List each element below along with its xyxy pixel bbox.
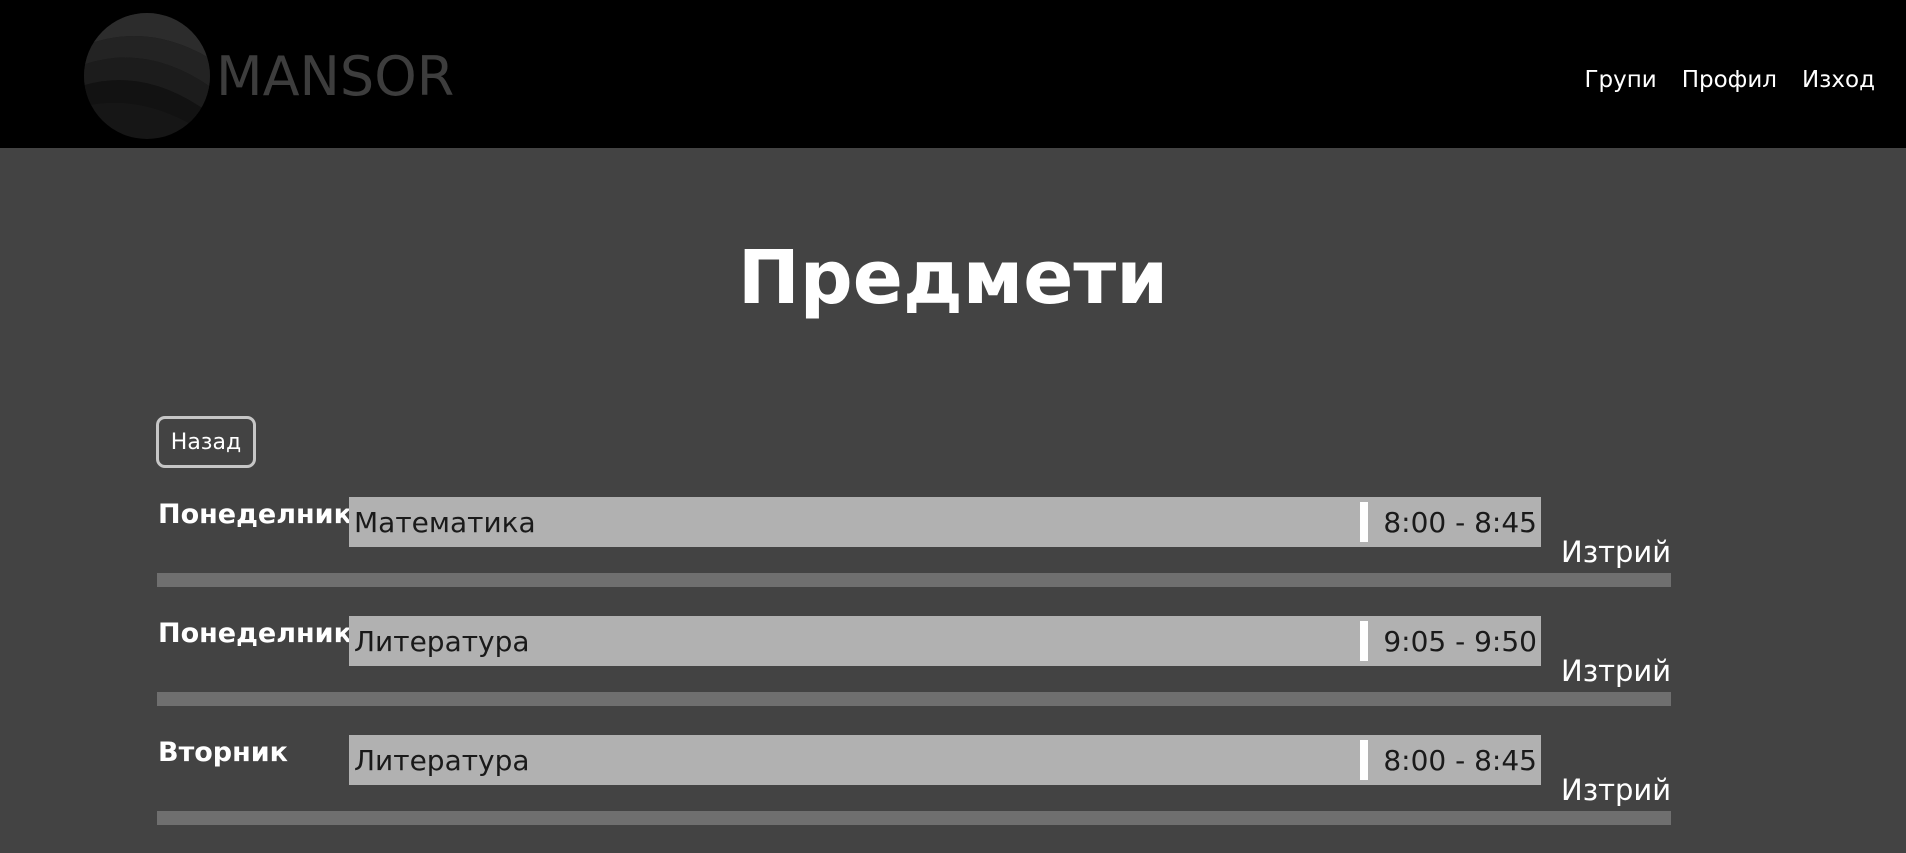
subject-day: Вторник [158, 737, 289, 768]
subject-day: Понеделник [158, 499, 352, 530]
subject-row: Вторник Литература 8:00 - 8:45 Изтрий [0, 735, 1906, 847]
subject-row: Понеделник Литература 9:05 - 9:50 Изтрий [0, 616, 1906, 728]
subject-name: Математика [354, 506, 536, 539]
page-title: Предмети [737, 235, 1169, 321]
subject-bar: Литература 8:00 - 8:45 [349, 735, 1541, 785]
subject-time: 8:00 - 8:45 [1383, 506, 1537, 539]
subject-bar: Литература 9:05 - 9:50 [349, 616, 1541, 666]
subject-bar: Математика 8:00 - 8:45 [349, 497, 1541, 547]
back-button[interactable]: Назад [156, 416, 256, 468]
top-header: MANSOR Групи Профил Изход [0, 0, 1906, 148]
subject-name: Литература [354, 744, 530, 777]
nav-logout-link[interactable]: Изход [1802, 64, 1875, 96]
subject-time: 9:05 - 9:50 [1383, 625, 1537, 658]
nav-profile-link[interactable]: Профил [1682, 64, 1777, 96]
delete-subject-link[interactable]: Изтрий [1561, 534, 1671, 570]
subject-separator [1360, 740, 1368, 780]
row-divider [157, 573, 1671, 587]
logo-sphere-icon [84, 13, 210, 139]
subject-separator [1360, 621, 1368, 661]
subject-name: Литература [354, 625, 530, 658]
subject-time: 8:00 - 8:45 [1383, 744, 1537, 777]
top-nav: Групи Профил Изход [1559, 64, 1875, 96]
delete-subject-link[interactable]: Изтрий [1561, 772, 1671, 808]
subject-separator [1360, 502, 1368, 542]
nav-groups-link[interactable]: Групи [1584, 64, 1656, 96]
row-divider [157, 811, 1671, 825]
row-divider [157, 692, 1671, 706]
subject-day: Понеделник [158, 618, 352, 649]
subject-row: Понеделник Математика 8:00 - 8:45 Изтрий [0, 497, 1906, 609]
logo[interactable]: MANSOR [80, 12, 454, 140]
logo-text: MANSOR [216, 44, 455, 108]
delete-subject-link[interactable]: Изтрий [1561, 653, 1671, 689]
